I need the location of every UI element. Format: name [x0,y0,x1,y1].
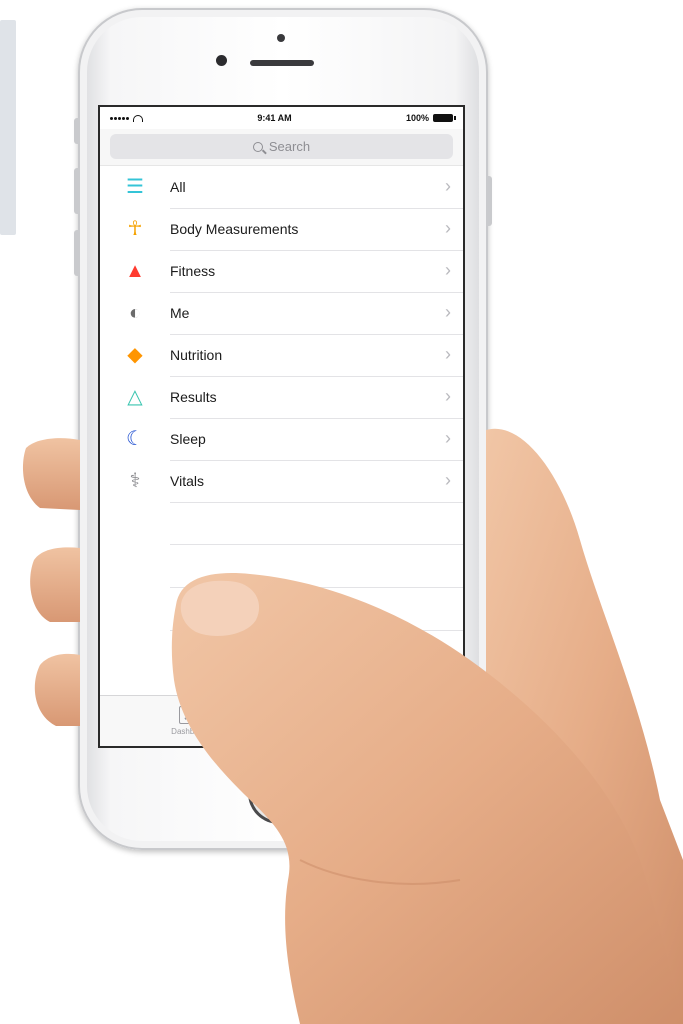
category-row-results[interactable]: △ Results › [100,376,463,419]
health-app-screen: 9:41 AM 100% Search ☰ All › ☥ Body Measureme… [98,105,465,748]
row-body: Fitness › [170,250,463,293]
category-label: Nutrition [170,346,223,363]
search-placeholder: Search [268,139,311,154]
battery-percent: 100% [405,113,429,123]
list-icon: ☰ [126,176,144,198]
category-row-me[interactable]: ◐ Me › [100,292,463,335]
chevron-right-icon: › [445,176,451,196]
chevron-right-icon: › [445,470,451,490]
tab-label: Health Data [351,727,394,736]
battery-icon [433,114,456,122]
moon-icon: ☾ [126,428,144,450]
volume-up-button [74,168,80,214]
tab-health-data[interactable]: Health Data [282,696,464,746]
volume-down-button [74,230,80,276]
flask-icon: △ [127,386,143,408]
flame-icon: ▲ [125,260,145,282]
search-container: Search [100,129,463,166]
category-row-fitness[interactable]: ▲ Fitness › [100,250,463,293]
category-row-vitals[interactable]: ⚕ Vitals › [100,460,463,503]
row-body: Me › [170,292,463,335]
chevron-right-icon: › [445,218,451,238]
chevron-right-icon: › [445,344,451,364]
status-right: 100% [405,113,456,123]
wifi-icon [133,114,143,122]
row-body: Body Measurements › [170,208,463,251]
tab-dashboard[interactable]: Dashboard [100,696,282,746]
dashboard-icon [178,706,203,724]
category-label: All [170,178,186,195]
empty-row [170,502,463,545]
category-row-body-measurements[interactable]: ☥ Body Measurements › [100,208,463,251]
person-head-icon: ◐ [128,302,142,324]
signal-icon [110,116,129,120]
body-figure-icon: ☥ [127,218,143,240]
empty-row [170,588,463,631]
row-body: Results › [170,376,463,419]
category-label: Me [170,304,190,321]
category-label: Body Measurements [170,220,299,237]
row-body: Nutrition › [170,334,463,377]
chevron-right-icon: › [445,260,451,280]
search-icon [252,141,263,152]
tab-label: Dashboard [171,727,211,736]
row-body: Sleep › [170,418,463,461]
category-row-sleep[interactable]: ☾ Sleep › [100,418,463,461]
earpiece-speaker [250,60,314,66]
status-time: 9:41 AM [257,113,292,123]
status-left [110,114,143,122]
mute-switch [74,118,80,144]
category-row-nutrition[interactable]: ◆ Nutrition › [100,334,463,377]
category-label: Fitness [170,262,216,279]
category-row-all[interactable]: ☰ All › [100,166,463,209]
search-input[interactable]: Search [110,134,453,159]
chevron-right-icon: › [445,302,451,322]
category-list: ☰ All › ☥ Body Measurements › ▲ Fitness › ◐ Me › ◆ Nu… [100,166,463,503]
category-label: Vitals [170,472,204,489]
category-label: Sleep [170,430,206,447]
health-data-icon [360,706,385,724]
category-label: Results [170,388,217,405]
chevron-right-icon: › [445,428,451,448]
left-edge-mark [0,20,16,235]
row-body: Vitals › [170,460,463,503]
front-camera [216,55,227,66]
carrot-icon: ◆ [127,344,143,366]
chevron-right-icon: › [445,386,451,406]
status-bar: 9:41 AM 100% [100,107,463,129]
row-body: All › [170,166,463,209]
home-button[interactable] [248,762,310,824]
power-button [486,176,492,226]
empty-row [170,545,463,588]
proximity-sensor [277,34,285,42]
stethoscope-icon: ⚕ [129,470,141,492]
tab-bar: Dashboard Health Data [100,695,463,746]
